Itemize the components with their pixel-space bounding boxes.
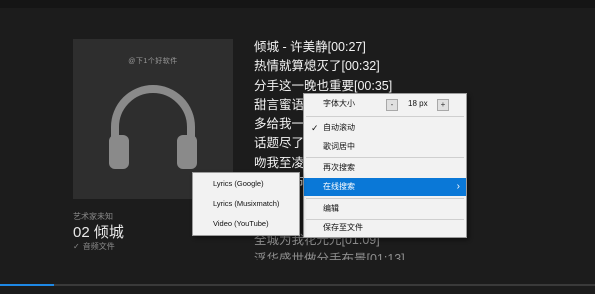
lyric-line[interactable]: 倾城 - 许美静[00:27] [254,38,584,57]
menu-item-label: 在线搜索 [323,182,355,191]
menu-item-center-lyrics[interactable]: 歌词居中 [304,138,466,156]
menu-item-label: 再次搜索 [323,163,355,172]
submenu-item-lyrics-google[interactable]: Lyrics (Google) [193,174,299,194]
menu-item-label: 保存至文件 [323,223,363,232]
menu-item-online-search[interactable]: 在线搜索 › [304,178,466,196]
progress-bar[interactable] [0,284,595,286]
font-size-decrease-button[interactable]: - [386,99,398,111]
menu-item-label: 自动滚动 [323,123,355,132]
submenu-item-label: Lyrics (Musixmatch) [213,199,280,208]
lyrics-context-menu: 字体大小 - 18 px + ✓ 自动滚动 歌词居中 再次搜索 在线搜索 › 编… [303,93,467,238]
check-icon: ✓ [73,242,80,251]
menu-item-label: 编辑 [323,204,339,213]
menu-item-label: 歌词居中 [323,142,355,151]
menu-item-save-to-file[interactable]: 保存至文件 [304,219,466,237]
menu-divider [306,198,464,199]
font-size-increase-button[interactable]: + [437,99,449,111]
progress-fill [0,284,54,286]
headphones-icon [109,85,197,169]
submenu-item-lyrics-musixmatch[interactable]: Lyrics (Musixmatch) [193,194,299,214]
font-size-label: 字体大小 [323,99,355,108]
check-icon: ✓ [311,123,319,133]
lyric-line[interactable]: 浮华盛世做分手布景[01:13] [254,250,584,260]
font-size-row: 字体大小 - 18 px + [304,95,466,113]
menu-item-auto-scroll[interactable]: ✓ 自动滚动 [304,119,466,137]
track-source: ✓ 音频文件 [73,241,115,252]
submenu-item-video-youtube[interactable]: Video (YouTube) [193,214,299,234]
submenu-item-label: Video (YouTube) [213,219,269,228]
menu-item-edit[interactable]: 编辑 [304,200,466,218]
menu-divider [306,116,464,117]
top-bar [0,0,595,8]
track-title: 02 倾城 [73,224,124,241]
track-source-label: 音频文件 [82,242,115,251]
menu-divider [306,157,464,158]
online-search-submenu: Lyrics (Google) Lyrics (Musixmatch) Vide… [192,172,300,236]
album-logo-text: @下1个好软件 [128,58,178,65]
lyric-line[interactable]: 热情就算熄灭了[00:32] [254,57,584,76]
submenu-item-label: Lyrics (Google) [213,179,264,188]
menu-item-search-again[interactable]: 再次搜索 [304,159,466,177]
chevron-right-icon: › [456,181,460,192]
font-size-value: 18 px [408,99,428,108]
